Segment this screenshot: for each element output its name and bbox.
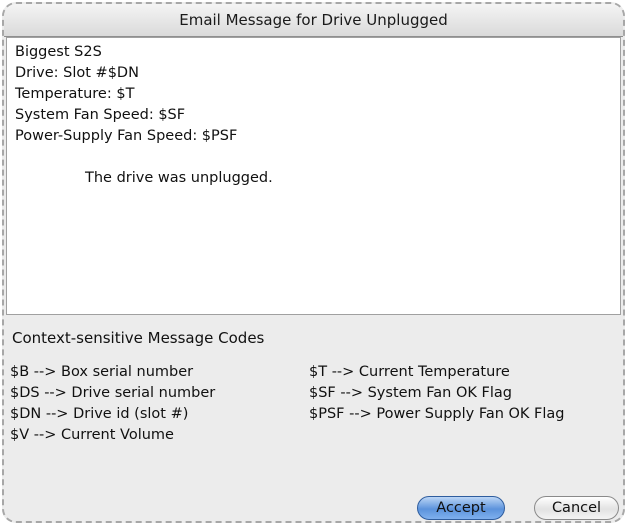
cancel-button[interactable]: Cancel <box>534 496 619 520</box>
code-entry: $T --> Current Temperature <box>309 364 510 380</box>
codes-heading: Context-sensitive Message Codes <box>12 329 265 347</box>
code-entry: $DS --> Drive serial number <box>10 385 216 401</box>
message-text-area[interactable]: Biggest S2S Drive: Slot #$DN Temperature… <box>6 37 621 315</box>
email-message-dialog: Email Message for Drive Unplugged Bigges… <box>2 2 625 523</box>
code-entry: $PSF --> Power Supply Fan OK Flag <box>309 406 565 422</box>
message-line: Power-Supply Fan Speed: $PSF <box>15 128 238 144</box>
code-entry: $B --> Box serial number <box>10 364 194 380</box>
code-entry: $DN --> Drive id (slot #) <box>10 406 189 422</box>
message-line: Temperature: $T <box>15 86 135 102</box>
message-line: System Fan Speed: $SF <box>15 107 186 123</box>
message-line: Biggest S2S <box>15 44 102 60</box>
title-bar[interactable]: Email Message for Drive Unplugged <box>4 4 623 37</box>
accept-button[interactable]: Accept <box>417 496 505 520</box>
code-entry: $V --> Current Volume <box>10 427 174 443</box>
message-line: Drive: Slot #$DN <box>15 65 139 81</box>
window-title: Email Message for Drive Unplugged <box>179 11 448 29</box>
code-entry: $SF --> System Fan OK Flag <box>309 385 512 401</box>
message-body: The drive was unplugged. <box>85 170 273 186</box>
